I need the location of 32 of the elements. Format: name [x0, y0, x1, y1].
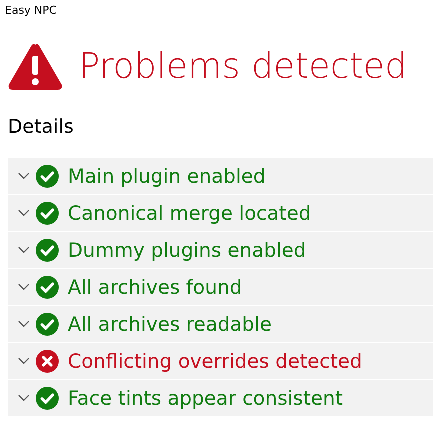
- chevron-down-icon: [18, 246, 30, 254]
- check-label: Canonical merge located: [68, 202, 312, 224]
- chevron-down-icon: [18, 394, 30, 402]
- check-row[interactable]: Canonical merge located: [8, 195, 433, 231]
- check-circle-icon: [36, 238, 59, 262]
- error-circle-icon: [36, 350, 59, 372]
- check-row[interactable]: Face tints appear consistent: [8, 380, 433, 416]
- check-label: Dummy plugins enabled: [68, 238, 306, 262]
- chevron-down-icon: [18, 320, 30, 328]
- check-circle-icon: [36, 312, 59, 336]
- check-row[interactable]: Dummy plugins enabled: [8, 232, 433, 268]
- check-circle-icon: [36, 386, 59, 410]
- check-row[interactable]: All archives readable: [8, 306, 433, 342]
- check-label: Conflicting overrides detected: [68, 350, 362, 372]
- check-label: Face tints appear consistent: [68, 386, 343, 410]
- check-label: All archives readable: [68, 312, 272, 336]
- check-circle-icon: [36, 164, 59, 188]
- check-row[interactable]: Conflicting overrides detected: [8, 343, 433, 379]
- chevron-down-icon: [18, 357, 30, 365]
- chevron-down-icon: [18, 283, 30, 291]
- check-label: All archives found: [68, 276, 242, 298]
- section-title: Details: [7, 115, 75, 140]
- check-circle-icon: [36, 276, 59, 298]
- chevron-down-icon: [18, 209, 30, 217]
- status-heading: Problems detected: [79, 47, 408, 87]
- check-circle-icon: [36, 202, 59, 224]
- window-title: Easy NPC: [4, 3, 58, 19]
- check-row[interactable]: All archives found: [8, 269, 433, 305]
- chevron-down-icon: [18, 172, 30, 180]
- check-row[interactable]: Main plugin enabled: [8, 158, 433, 194]
- check-label: Main plugin enabled: [68, 164, 266, 188]
- warning-icon: [8, 43, 63, 91]
